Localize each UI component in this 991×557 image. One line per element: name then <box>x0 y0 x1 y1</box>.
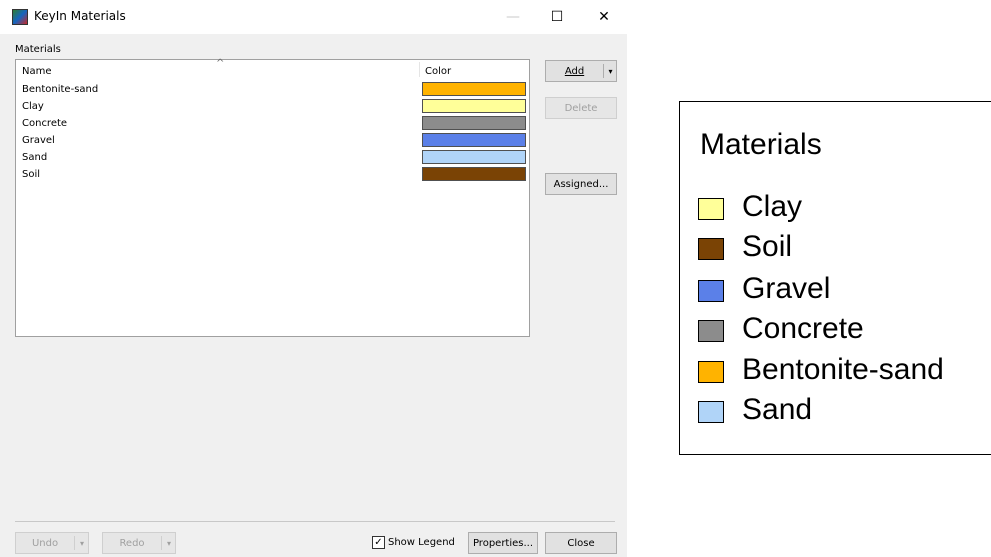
undo-button-label[interactable]: Undo <box>16 533 74 553</box>
legend-label: Clay <box>742 190 803 223</box>
close-button[interactable]: Close <box>545 532 617 554</box>
show-legend-checkbox[interactable]: ✓ <box>372 536 385 549</box>
material-name: Clay <box>22 101 44 112</box>
title-bar: KeyIn Materials — ☐ ✕ <box>0 0 627 34</box>
show-legend-label[interactable]: Show Legend <box>388 537 455 548</box>
material-color-swatch[interactable] <box>422 133 526 147</box>
show-legend-toggle[interactable]: ✓ Show Legend <box>372 536 455 549</box>
materials-group-label: Materials <box>15 44 61 55</box>
legend-label: Sand <box>742 393 813 426</box>
material-name: Bentonite-sand <box>22 84 99 95</box>
legend-item: Concrete <box>698 312 991 348</box>
window-title: KeyIn Materials <box>34 9 126 23</box>
add-button-label[interactable]: Add <box>546 61 603 81</box>
properties-button[interactable]: Properties... <box>468 532 538 554</box>
redo-button[interactable]: Redo ▾ <box>102 532 176 554</box>
app-icon <box>12 9 28 25</box>
material-name: Soil <box>22 169 41 180</box>
material-color-swatch[interactable] <box>422 99 526 113</box>
delete-button[interactable]: Delete <box>545 97 617 119</box>
legend-label: Soil <box>742 230 793 263</box>
material-color-swatch[interactable] <box>422 82 526 96</box>
add-button[interactable]: Add ▾ <box>545 60 617 82</box>
close-icon[interactable]: ✕ <box>582 4 626 30</box>
materials-legend: Materials Clay Soil Gravel Concrete Bent… <box>679 101 991 455</box>
material-row[interactable]: Bentonite-sand <box>16 81 529 98</box>
legend-item: Soil <box>698 230 991 266</box>
redo-button-label[interactable]: Redo <box>103 533 161 553</box>
legend-label: Gravel <box>742 272 831 305</box>
material-row[interactable]: Concrete <box>16 115 529 132</box>
legend-swatch <box>698 320 724 342</box>
legend-item: Sand <box>698 393 991 429</box>
column-header-name[interactable]: Name <box>22 66 52 77</box>
material-row[interactable]: Gravel <box>16 132 529 149</box>
minimize-icon[interactable]: — <box>491 4 535 30</box>
undo-dropdown-icon[interactable]: ▾ <box>75 533 89 553</box>
assigned-button[interactable]: Assigned... <box>545 173 617 195</box>
legend-item: Gravel <box>698 272 991 308</box>
legend-item: Bentonite-sand <box>698 353 991 389</box>
legend-title: Materials <box>700 128 822 161</box>
material-name: Gravel <box>22 135 55 146</box>
material-color-swatch[interactable] <box>422 116 526 130</box>
add-dropdown-icon[interactable]: ▾ <box>604 61 617 81</box>
legend-item: Clay <box>698 190 991 226</box>
material-name: Concrete <box>22 118 68 129</box>
legend-swatch <box>698 361 724 383</box>
legend-label: Bentonite-sand <box>742 353 944 386</box>
legend-swatch <box>698 238 724 260</box>
bottom-separator <box>15 521 615 522</box>
material-name: Sand <box>22 152 48 163</box>
material-row[interactable]: Soil <box>16 166 529 183</box>
materials-list[interactable]: Name ^ Color Bentonite-sand Clay Concret… <box>15 58 530 337</box>
sort-ascending-icon: ^ <box>216 58 225 69</box>
column-header-color[interactable]: Color <box>425 66 451 77</box>
undo-button[interactable]: Undo ▾ <box>15 532 89 554</box>
redo-dropdown-icon[interactable]: ▾ <box>162 533 176 553</box>
materials-dialog: KeyIn Materials — ☐ ✕ Materials Name ^ C… <box>0 0 627 557</box>
legend-swatch <box>698 401 724 423</box>
material-color-swatch[interactable] <box>422 150 526 164</box>
column-divider[interactable] <box>419 62 420 77</box>
legend-swatch <box>698 280 724 302</box>
legend-swatch <box>698 198 724 220</box>
maximize-icon[interactable]: ☐ <box>535 4 579 30</box>
material-row[interactable]: Sand <box>16 149 529 166</box>
material-color-swatch[interactable] <box>422 167 526 181</box>
legend-label: Concrete <box>742 312 864 345</box>
material-row[interactable]: Clay <box>16 98 529 115</box>
